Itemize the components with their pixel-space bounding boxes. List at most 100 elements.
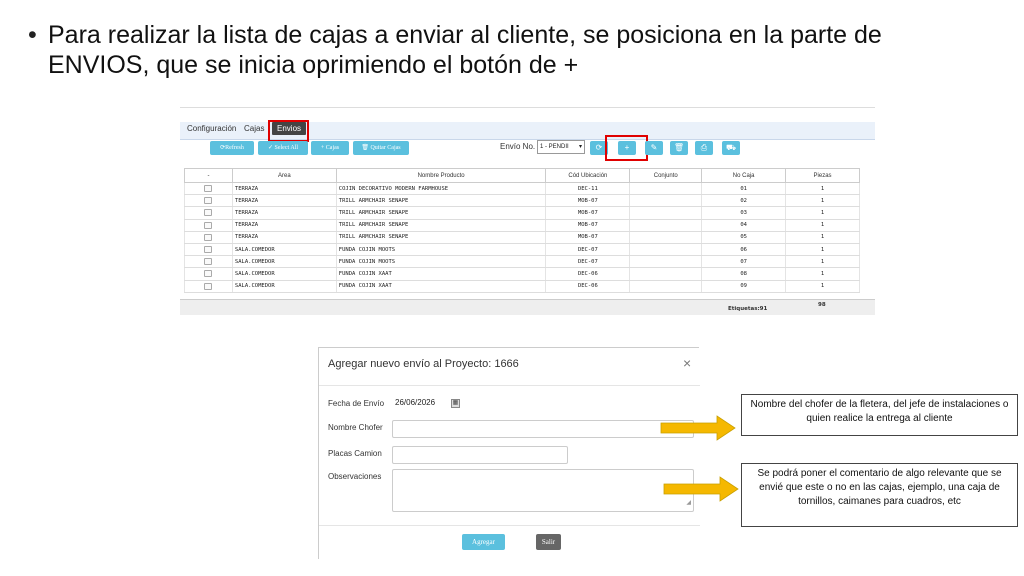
tab-cajas[interactable]: Cajas (244, 124, 264, 133)
agregar-button[interactable]: Agregar (462, 534, 505, 550)
table-header-row: - Area Nombre Producto Cód Ubicación Con… (184, 168, 860, 183)
row-checkbox[interactable] (204, 185, 213, 193)
refresh-button[interactable]: ⟳Refresh (210, 141, 254, 155)
close-icon[interactable]: × (683, 355, 691, 371)
cell-ubicacion: MOB-07 (545, 219, 631, 232)
row-checkbox-cell (184, 231, 233, 244)
salir-button[interactable]: Salir (536, 534, 561, 550)
fecha-envio-label: Fecha de Envío (328, 399, 385, 408)
cell-no-caja: 03 (701, 206, 787, 220)
cell-producto: FUNDA COJIN XAAT (335, 267, 547, 281)
arrow-to-obs-note (663, 476, 739, 502)
cell-piezas: 1 (785, 243, 860, 257)
cell-producto: FUNDA COJIN MOOTS (335, 243, 547, 257)
row-checkbox[interactable] (204, 209, 213, 217)
nuevo-envio-modal: Agregar nuevo envío al Proyecto: 1666 × … (318, 347, 700, 559)
envio-no-label: Envío No. (500, 142, 536, 151)
envios-panel-screenshot: Configuración Cajas Envios ⟳Refresh ✓ Se… (180, 107, 875, 315)
cell-producto: TRILL ARMCHAIR SENAPE (335, 219, 547, 232)
nombre-chofer-input[interactable] (392, 420, 694, 438)
cell-no-caja: 06 (701, 243, 787, 257)
table-body: TERRAZA COJIN DECORATIVO MODERN FARMHOUSE… (184, 182, 860, 293)
placas-camion-label: Placas Camion (328, 449, 382, 458)
row-checkbox[interactable] (204, 197, 213, 205)
envio-select-value: 1 - PENDII (540, 144, 569, 150)
cell-no-caja: 09 (701, 280, 787, 293)
cell-conjunto (629, 194, 703, 208)
cell-area: TERRAZA (231, 194, 337, 208)
cajas-table: - Area Nombre Producto Cód Ubicación Con… (184, 168, 860, 293)
col-header-area[interactable]: Area (231, 168, 337, 183)
observaciones-textarea[interactable]: ◢ (392, 469, 694, 512)
observaciones-callout: Se podrá poner el comentario de algo rel… (741, 463, 1018, 527)
cell-conjunto (629, 206, 703, 220)
cell-piezas: 1 (785, 182, 860, 196)
table-row[interactable]: SALA.COMEDOR FUNDA COJIN MOOTS DEC-07 07 1 (184, 255, 860, 269)
trash-icon[interactable]: 🗑 (670, 141, 688, 155)
modal-footer-divider (319, 525, 700, 526)
cell-producto: COJIN DECORATIVO MODERN FARMHOUSE (335, 182, 547, 196)
quitar-cajas-button[interactable]: 🗑 Quitar Cajas (353, 141, 409, 155)
table-row[interactable]: TERRAZA TRILL ARMCHAIR SENAPE MOB-07 04 1 (184, 219, 860, 232)
row-checkbox[interactable] (204, 258, 213, 266)
row-checkbox-cell (184, 194, 233, 208)
row-checkbox[interactable] (204, 282, 213, 290)
cell-producto: TRILL ARMCHAIR SENAPE (335, 194, 547, 208)
cell-no-caja: 08 (701, 267, 787, 281)
cell-area: SALA.COMEDOR (231, 267, 337, 281)
row-checkbox[interactable] (204, 270, 213, 278)
placas-camion-input[interactable] (392, 446, 568, 464)
table-row[interactable]: SALA.COMEDOR FUNDA COJIN XAAT DEC-06 08 1 (184, 267, 860, 281)
cell-ubicacion: DEC-07 (545, 255, 631, 269)
col-header-producto[interactable]: Nombre Producto (335, 168, 547, 183)
print-icon[interactable]: ⎙ (695, 141, 713, 155)
table-row[interactable]: TERRAZA COJIN DECORATIVO MODERN FARMHOUSE… (184, 182, 860, 196)
envios-tab-highlight (268, 120, 309, 142)
arrow-to-chofer-note (660, 415, 736, 441)
calendar-icon[interactable]: ▦ (451, 399, 460, 408)
col-header-no-caja[interactable]: No Caja (701, 168, 787, 183)
truck-icon[interactable]: ⛟ (722, 141, 740, 155)
add-cajas-button[interactable]: + Cajas (311, 141, 349, 155)
table-row[interactable]: TERRAZA TRILL ARMCHAIR SENAPE MOB-07 02 1 (184, 194, 860, 208)
cell-conjunto (629, 219, 703, 232)
cell-no-caja: 04 (701, 219, 787, 232)
tab-configuracion[interactable]: Configuración (187, 124, 236, 133)
row-checkbox-cell (184, 280, 233, 293)
cell-ubicacion: DEC-06 (545, 280, 631, 293)
cell-no-caja: 05 (701, 231, 787, 244)
table-row[interactable]: SALA.COMEDOR FUNDA COJIN MOOTS DEC-07 06 1 (184, 243, 860, 257)
cell-piezas: 1 (785, 280, 860, 293)
cell-ubicacion: MOB-07 (545, 194, 631, 208)
envio-select[interactable]: 1 - PENDII ▾ (537, 140, 585, 154)
table-row[interactable]: SALA.COMEDOR FUNDA COJIN XAAT DEC-06 09 1 (184, 280, 860, 293)
pencil-icon[interactable]: ✎ (645, 141, 663, 155)
row-checkbox[interactable] (204, 246, 213, 254)
row-checkbox-cell (184, 255, 233, 269)
table-row[interactable]: TERRAZA TRILL ARMCHAIR SENAPE MOB-07 05 1 (184, 231, 860, 244)
row-checkbox-cell (184, 206, 233, 220)
select-all-button[interactable]: ✓ Select All (258, 141, 308, 155)
row-checkbox-cell (184, 219, 233, 232)
table-row[interactable]: TERRAZA TRILL ARMCHAIR SENAPE MOB-07 03 1 (184, 206, 860, 220)
col-header-conjunto[interactable]: Conjunto (629, 168, 703, 183)
cell-piezas: 1 (785, 206, 860, 220)
yellow-arrow-shape (660, 415, 736, 441)
heading-line-1: Para realizar la lista de cajas a enviar… (48, 21, 882, 49)
cell-piezas: 1 (785, 255, 860, 269)
row-checkbox-cell (184, 267, 233, 281)
plus-button-highlight (605, 135, 648, 161)
row-checkbox[interactable] (204, 233, 213, 241)
col-header-select[interactable]: - (184, 168, 233, 183)
col-header-piezas[interactable]: Piezas (785, 168, 860, 183)
footer-etiquetas: Etiquetas:91 (728, 306, 768, 312)
footer-piezas: 98 (818, 302, 826, 308)
col-header-ubicacion[interactable]: Cód Ubicación (545, 168, 631, 183)
row-checkbox[interactable] (204, 221, 213, 229)
fecha-envio-field[interactable]: 26/06/2026 (394, 396, 450, 411)
heading-line-2: ENVIOS, que se inicia oprimiendo el botó… (48, 51, 579, 79)
cell-area: SALA.COMEDOR (231, 243, 337, 257)
cell-piezas: 1 (785, 194, 860, 208)
cell-area: SALA.COMEDOR (231, 255, 337, 269)
cell-ubicacion: MOB-07 (545, 231, 631, 244)
